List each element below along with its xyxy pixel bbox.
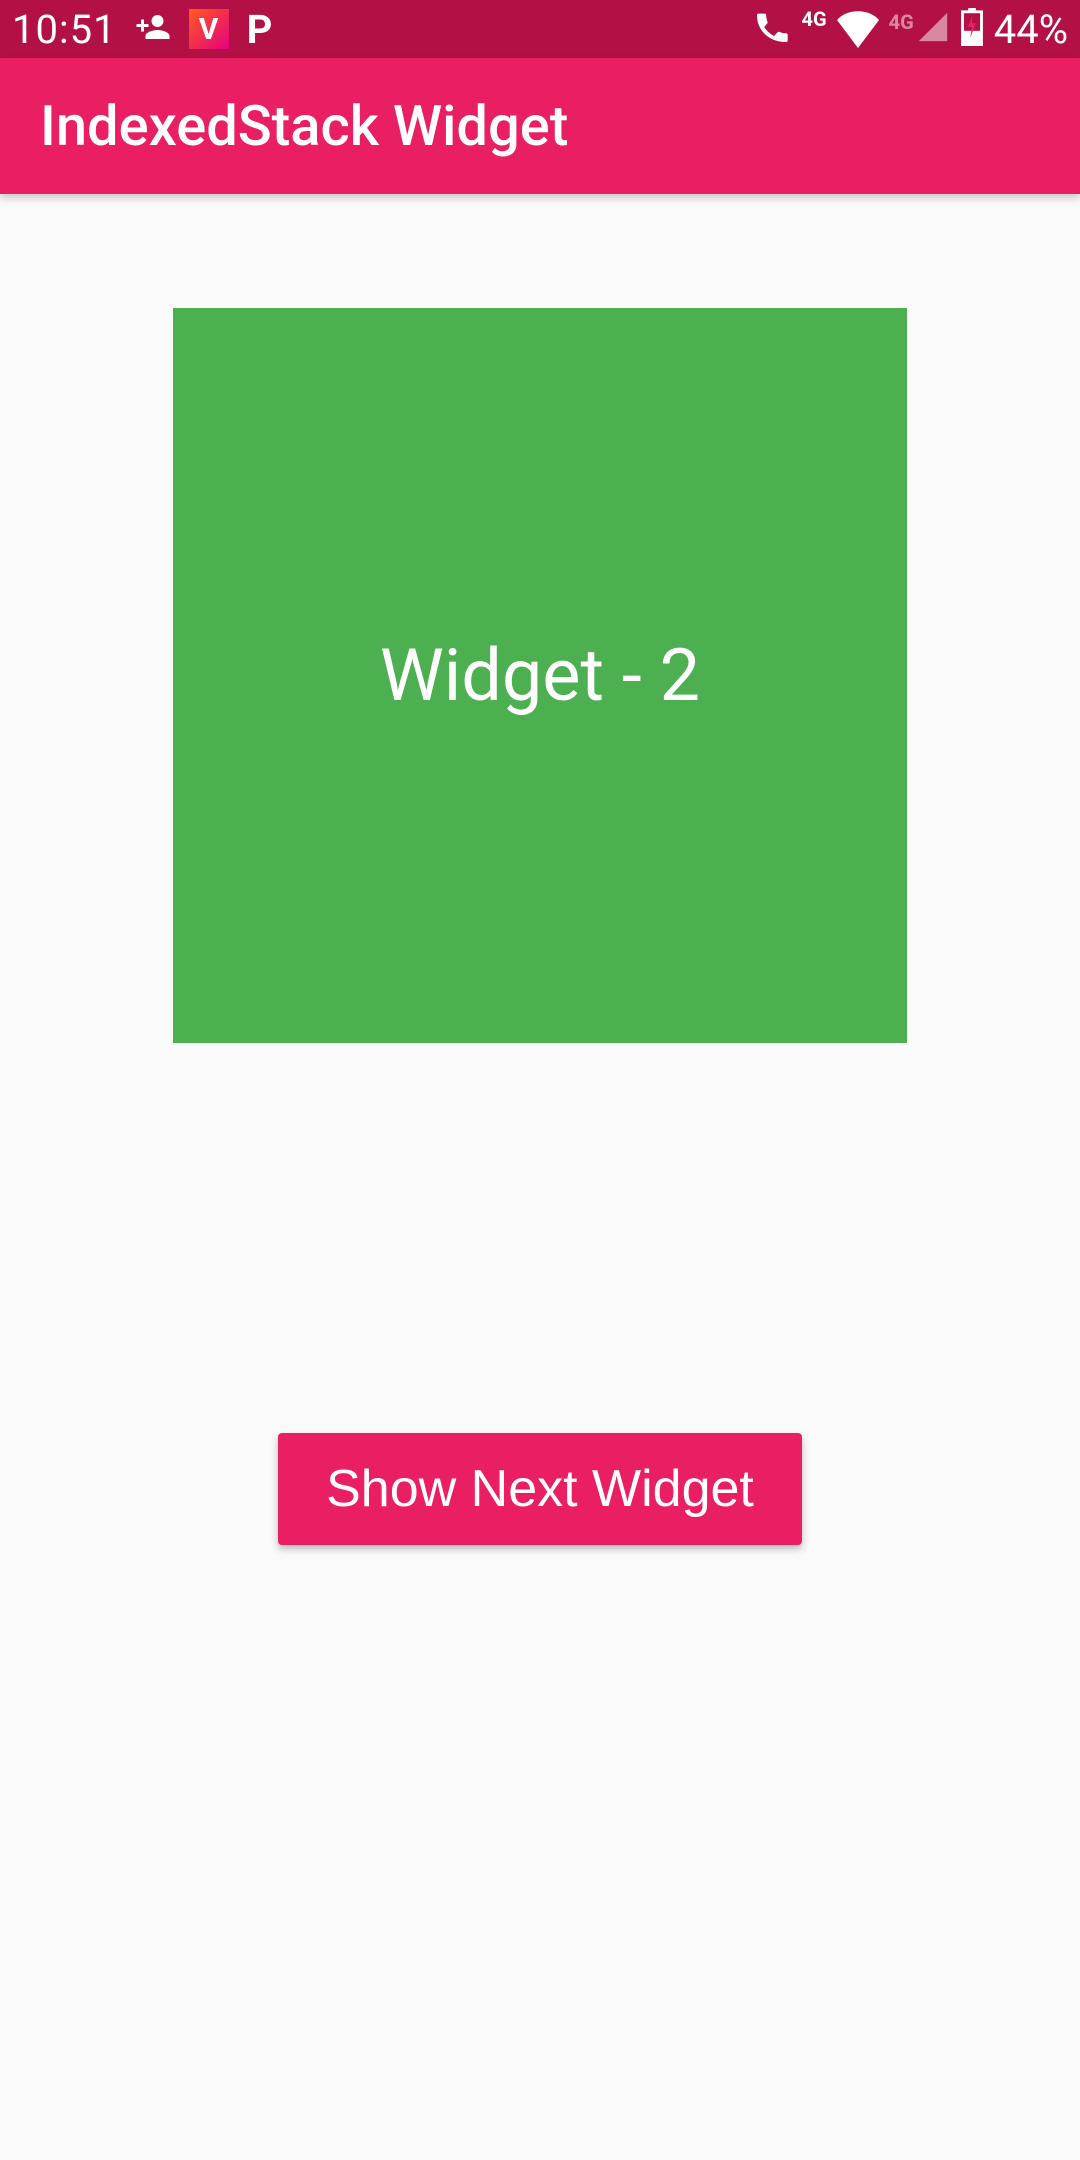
- phone-4g-label: 4G: [802, 7, 827, 31]
- app-bar: IndexedStack Widget: [0, 58, 1080, 194]
- app-title: IndexedStack Widget: [40, 93, 568, 159]
- person-add-icon: [135, 9, 171, 49]
- status-bar: 10:51 V P 4G 4G 44%: [0, 0, 1080, 58]
- battery-icon: [960, 8, 984, 50]
- main-content: Widget - 2 Show Next Widget: [0, 194, 1080, 1569]
- status-time: 10:51: [12, 6, 117, 53]
- status-left: 10:51 V P: [12, 6, 272, 53]
- widget-label: Widget - 2: [380, 633, 700, 718]
- indexed-stack-widget: Widget - 2: [173, 308, 907, 1043]
- battery-percentage: 44%: [994, 6, 1068, 53]
- show-next-widget-button[interactable]: Show Next Widget: [278, 1433, 802, 1545]
- signal-4g-label: 4G: [889, 10, 914, 34]
- phone-4g-icon: [752, 7, 792, 51]
- signal-4g-icon: 4G: [889, 10, 950, 48]
- v-app-icon: V: [189, 9, 229, 49]
- wifi-icon: [837, 6, 879, 52]
- status-right: 4G 4G 44%: [752, 6, 1068, 53]
- p-app-icon: P: [247, 6, 273, 53]
